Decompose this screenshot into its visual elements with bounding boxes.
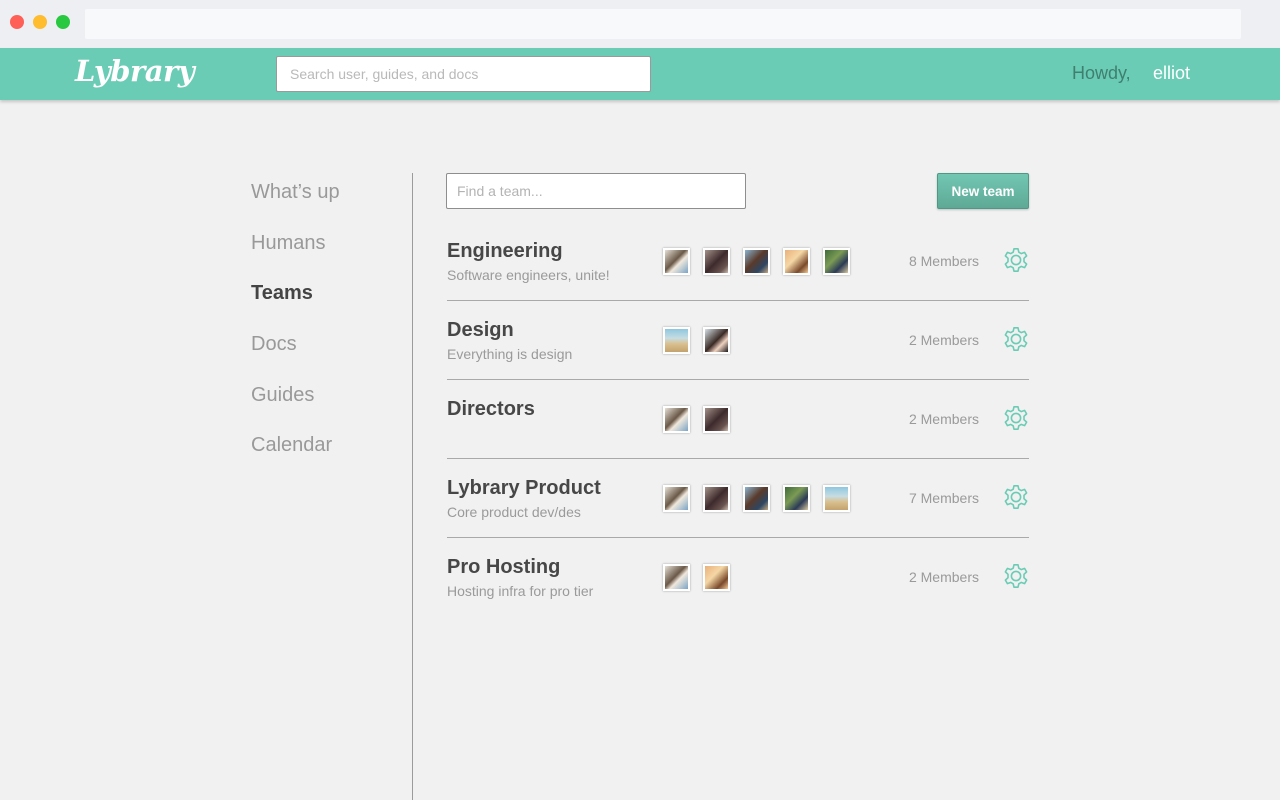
avatar[interactable] xyxy=(703,248,730,275)
sidebar-item-teams[interactable]: Teams xyxy=(251,278,340,329)
gear-icon[interactable] xyxy=(1003,247,1029,273)
team-name[interactable]: Directors xyxy=(447,398,535,421)
team-row[interactable]: Design Everything is design 2 Members xyxy=(447,316,1029,395)
global-search-input[interactable] xyxy=(276,56,651,92)
avatar[interactable] xyxy=(743,485,770,512)
team-member-count[interactable]: 2 Members xyxy=(909,411,979,427)
avatar[interactable] xyxy=(663,327,690,354)
avatar[interactable] xyxy=(663,564,690,591)
sidebar-item-docs[interactable]: Docs xyxy=(251,329,340,380)
avatar[interactable] xyxy=(743,248,770,275)
sidebar-item-guides[interactable]: Guides xyxy=(251,380,340,431)
team-member-count[interactable]: 2 Members xyxy=(909,332,979,348)
window-minimize-button[interactable] xyxy=(33,15,47,29)
avatar[interactable] xyxy=(823,248,850,275)
gear-icon[interactable] xyxy=(1003,405,1029,431)
app-header: Lybrary Howdy, elliot xyxy=(0,48,1280,100)
team-member-count[interactable]: 8 Members xyxy=(909,253,979,269)
app-logo[interactable]: Lybrary xyxy=(75,54,195,88)
gear-icon[interactable] xyxy=(1003,326,1029,352)
team-avatars xyxy=(663,485,850,512)
sidebar-item-calendar[interactable]: Calendar xyxy=(251,430,340,481)
gear-icon[interactable] xyxy=(1003,563,1029,589)
user-menu-link[interactable]: elliot xyxy=(1153,63,1190,84)
team-avatars xyxy=(663,327,730,354)
find-team-input[interactable] xyxy=(446,173,746,209)
avatar[interactable] xyxy=(663,406,690,433)
browser-chrome xyxy=(0,0,1280,48)
new-team-button[interactable]: New team xyxy=(937,173,1029,209)
avatar[interactable] xyxy=(663,248,690,275)
team-name[interactable]: Lybrary Product xyxy=(447,477,601,500)
avatar[interactable] xyxy=(663,485,690,512)
team-row[interactable]: Pro Hosting Hosting infra for pro tier 2… xyxy=(447,553,1029,632)
avatar[interactable] xyxy=(703,564,730,591)
avatar[interactable] xyxy=(703,327,730,354)
team-avatars xyxy=(663,564,730,591)
team-member-count[interactable]: 7 Members xyxy=(909,490,979,506)
sidebar-item-whats-up[interactable]: What’s up xyxy=(251,177,340,228)
gear-icon[interactable] xyxy=(1003,484,1029,510)
window-close-button[interactable] xyxy=(10,15,24,29)
team-row[interactable]: Lybrary Product Core product dev/des 7 M… xyxy=(447,474,1029,553)
team-avatars xyxy=(663,406,730,433)
team-member-count[interactable]: 2 Members xyxy=(909,569,979,585)
avatar[interactable] xyxy=(703,406,730,433)
sidebar-item-humans[interactable]: Humans xyxy=(251,228,340,279)
team-row[interactable]: Directors 2 Members xyxy=(447,395,1029,474)
team-avatars xyxy=(663,248,850,275)
team-row[interactable]: Engineering Software engineers, unite! 8… xyxy=(447,237,1029,316)
sidebar-divider xyxy=(412,173,413,800)
team-name[interactable]: Engineering xyxy=(447,240,563,263)
avatar[interactable] xyxy=(783,485,810,512)
team-name[interactable]: Design xyxy=(447,319,514,342)
team-list: Engineering Software engineers, unite! 8… xyxy=(447,237,1029,632)
team-description: Everything is design xyxy=(447,346,573,362)
team-description: Hosting infra for pro tier xyxy=(447,583,594,599)
sidebar-nav: What’s up Humans Teams Docs Guides Calen… xyxy=(251,177,340,481)
avatar[interactable] xyxy=(783,248,810,275)
team-description: Core product dev/des xyxy=(447,504,581,520)
address-bar[interactable] xyxy=(85,9,1241,39)
team-name[interactable]: Pro Hosting xyxy=(447,556,560,579)
team-description: Software engineers, unite! xyxy=(447,267,610,283)
avatar[interactable] xyxy=(703,485,730,512)
greeting-text: Howdy, xyxy=(1072,63,1131,83)
avatar[interactable] xyxy=(823,485,850,512)
window-maximize-button[interactable] xyxy=(56,15,70,29)
